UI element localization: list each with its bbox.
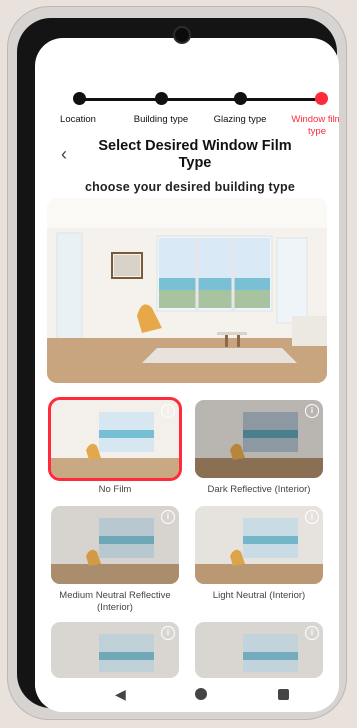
- room-preview-image: [47, 198, 327, 383]
- info-icon[interactable]: i: [305, 626, 319, 640]
- medium-neutral-preview-image: [51, 506, 179, 584]
- step-dot-building-type[interactable]: [155, 92, 168, 105]
- option-tile-light-neutral[interactable]: i: [195, 506, 323, 584]
- stepper-line-current: [240, 98, 323, 101]
- info-icon[interactable]: i: [161, 510, 175, 524]
- step-dot-glazing-type[interactable]: [234, 92, 247, 105]
- option-tile-6[interactable]: i: [195, 622, 323, 678]
- info-icon[interactable]: i: [161, 404, 175, 418]
- option-5-preview-image: [51, 622, 179, 678]
- chevron-left-icon[interactable]: ‹: [61, 144, 67, 165]
- system-nav-bar: ◀: [35, 678, 339, 712]
- option-tile-5[interactable]: i: [51, 622, 179, 678]
- app-screen: Location Building type Glazing type Wind…: [35, 38, 339, 712]
- option-label-dark-reflective: Dark Reflective (Interior): [207, 484, 311, 495]
- info-icon[interactable]: i: [305, 510, 319, 524]
- info-icon[interactable]: i: [305, 404, 319, 418]
- option-6-preview-image: [195, 622, 323, 678]
- option-tile-dark-reflective[interactable]: i: [195, 400, 323, 478]
- step-label-glazing-type: Glazing type: [213, 114, 267, 125]
- step-label-location: Location: [60, 114, 96, 125]
- option-label-no-film: No Film: [98, 484, 132, 495]
- phone-frame: Location Building type Glazing type Wind…: [7, 6, 347, 720]
- step-label-building-type: Building type: [133, 114, 189, 125]
- no-film-preview-image: [51, 400, 179, 478]
- option-label-light-neutral: Light Neutral (Interior): [212, 590, 306, 601]
- progress-stepper: Location Building type Glazing type Wind…: [35, 74, 339, 144]
- option-tile-no-film[interactable]: i: [48, 397, 182, 481]
- phone-bezel: Location Building type Glazing type Wind…: [17, 18, 339, 712]
- step-label-window-film-type: Window film type: [291, 114, 339, 137]
- page-title: Select Desired Window Film Type: [98, 138, 292, 171]
- info-icon[interactable]: i: [161, 626, 175, 640]
- dark-reflective-preview-image: [195, 400, 323, 478]
- square-recent-icon[interactable]: [278, 689, 289, 700]
- page-subtitle: choose your desired building type: [84, 180, 296, 194]
- step-dot-window-film-type[interactable]: [315, 92, 328, 105]
- option-tile-medium-neutral-reflective[interactable]: i: [51, 506, 179, 584]
- option-label-medium-neutral-reflective: Medium Neutral Reflective (Interior): [59, 590, 171, 613]
- front-camera: [175, 28, 189, 42]
- step-dot-location[interactable]: [73, 92, 86, 105]
- living-room-illustration: [47, 198, 327, 383]
- triangle-back-icon[interactable]: ◀: [115, 686, 126, 703]
- light-neutral-preview-image: [195, 506, 323, 584]
- circle-home-icon[interactable]: [195, 688, 207, 700]
